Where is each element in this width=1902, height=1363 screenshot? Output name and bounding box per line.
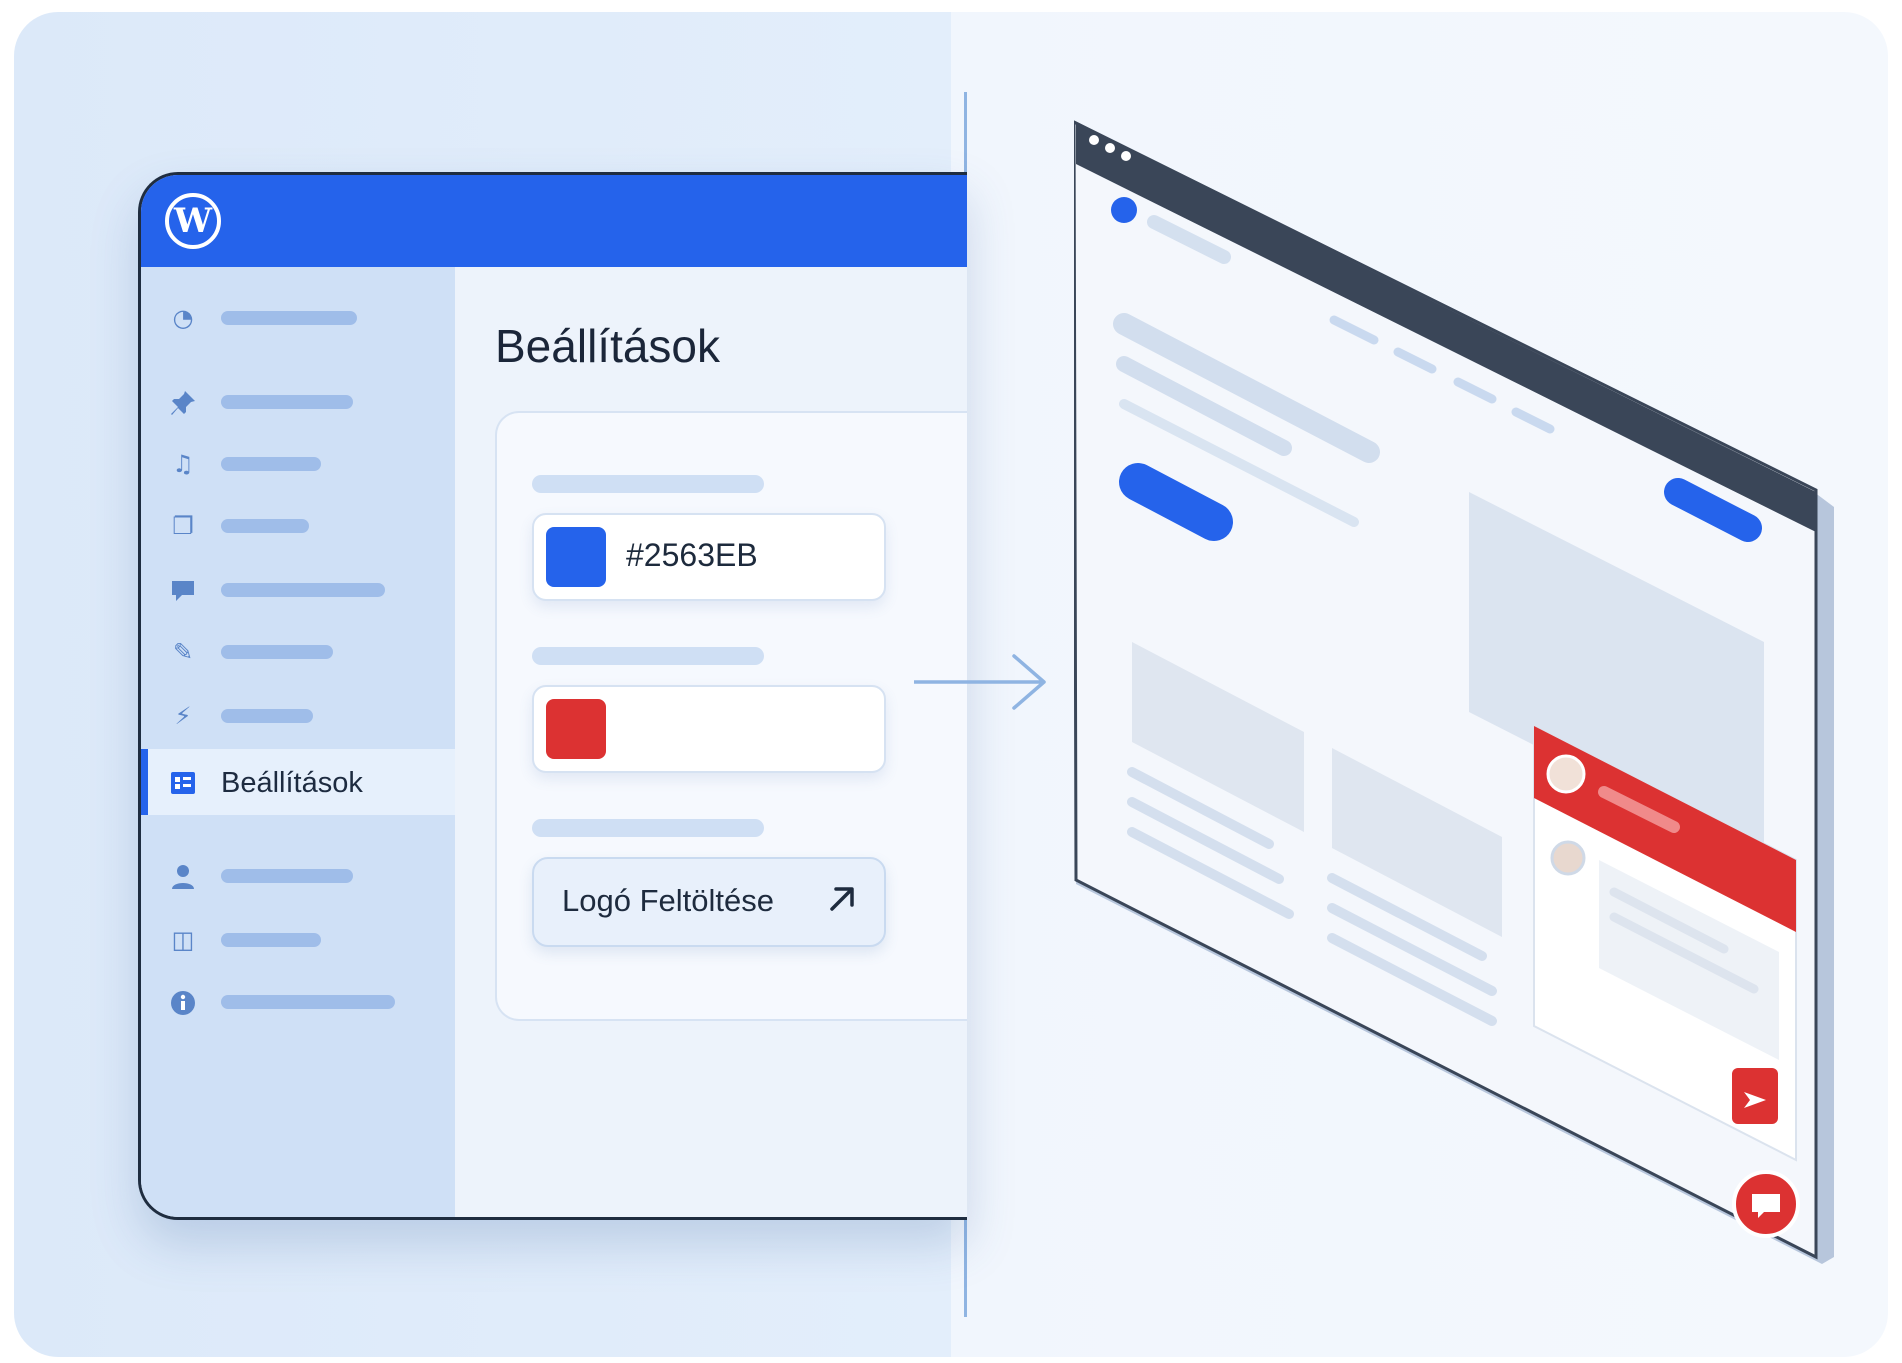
sidebar-label-placeholder [221,645,333,659]
pages-icon: ❐ [172,512,194,540]
illustration-card: W ◔ ♫ ❐ ✎ ⚡ Beállítások ◫ Beállítások #2… [14,12,1888,1357]
field-label-placeholder [532,475,764,493]
sidebar-item-users[interactable] [141,849,455,901]
sidebar-item-pages[interactable]: ❐ [141,499,455,551]
comments-icon [169,577,197,603]
settings-panel: #2563EB Logó Feltöltése [495,411,967,1021]
admin-topbar: W [141,175,967,267]
user-avatar-icon [1550,840,1586,876]
window-dot-icon [1105,143,1115,153]
external-arrow-icon [824,881,860,922]
sidebar-item-media[interactable]: ♫ [141,437,455,489]
admin-window: W ◔ ♫ ❐ ✎ ⚡ Beállítások ◫ Beállítások #2… [138,172,967,1220]
sidebar-item-dashboard[interactable]: ◔ [141,291,455,343]
transition-arrow-icon [912,652,1054,717]
sidebar-item-info[interactable] [141,975,455,1027]
media-icon: ♫ [172,450,194,478]
sidebar-item-appearance[interactable]: ✎ [141,625,455,677]
pin-icon [169,389,197,415]
window-dot-icon [1121,151,1131,161]
active-indicator [141,749,148,815]
primary-color-swatch[interactable] [546,527,606,587]
upload-logo-label: Logó Feltöltése [562,883,774,918]
sidebar-item-label: Beállítások [221,767,363,799]
sidebar-item-tools[interactable]: ◫ [141,913,455,965]
settings-main: Beállítások #2563EB Logó Feltöltése [455,267,967,1217]
sidebar-label-placeholder [221,933,321,947]
info-icon [169,989,197,1015]
appearance-icon: ✎ [172,638,194,666]
plugins-icon: ⚡ [174,702,192,730]
sidebar-label-placeholder [221,869,353,883]
sidebar-label-placeholder [221,995,395,1009]
sidebar-label-placeholder [221,311,357,325]
admin-sidebar: ◔ ♫ ❐ ✎ ⚡ Beállítások ◫ [141,267,455,1217]
dashboard-icon: ◔ [172,304,194,332]
agent-avatar-icon [1546,754,1586,794]
sidebar-label-placeholder [221,583,385,597]
field-label-placeholder [532,647,764,665]
sidebar-item-settings[interactable]: Beállítások [141,749,455,815]
tools-icon: ◫ [171,926,195,954]
website-preview [1074,120,1834,1264]
window-dot-icon [1089,135,1099,145]
users-icon [169,863,197,889]
site-logo-icon [1111,197,1137,223]
primary-color-value: #2563EB [626,537,758,573]
sidebar-item-posts[interactable] [141,375,455,427]
secondary-color-field[interactable] [532,685,886,773]
sidebar-label-placeholder [221,457,321,471]
field-label-placeholder [532,819,764,837]
upload-logo-button[interactable]: Logó Feltöltése [532,857,886,947]
settings-icon [169,769,197,795]
secondary-color-swatch[interactable] [546,699,606,759]
sidebar-label-placeholder [221,709,313,723]
sidebar-item-plugins[interactable]: ⚡ [141,689,455,741]
page-title: Beállítások [495,320,721,372]
sidebar-label-placeholder [221,519,309,533]
wordpress-logo-icon[interactable]: W [165,193,221,249]
sidebar-item-comments[interactable] [141,563,455,615]
primary-color-field[interactable]: #2563EB [532,513,886,601]
sidebar-label-placeholder [221,395,353,409]
